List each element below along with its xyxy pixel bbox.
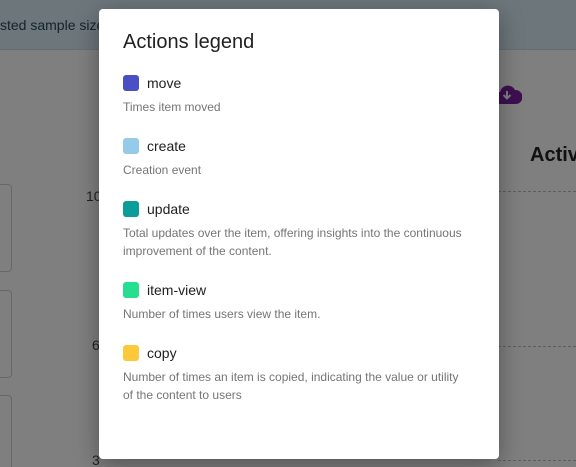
legend-item-description: Creation event bbox=[123, 163, 202, 177]
actions-legend-dialog: Actions legend move Times item moved cre… bbox=[99, 9, 499, 459]
legend-item-label: update bbox=[147, 201, 190, 217]
legend-swatch bbox=[123, 138, 139, 154]
legend-item-description: Times item moved bbox=[123, 100, 221, 114]
legend-item-label: move bbox=[147, 75, 182, 91]
legend-swatch bbox=[123, 345, 139, 361]
legend-item-move: move Times item moved bbox=[123, 73, 475, 116]
legend-item-description: Number of times users view the item. bbox=[123, 307, 321, 321]
legend-item-copy: copy Number of times an item is copied, … bbox=[123, 343, 475, 404]
legend-item-create: create Creation event bbox=[123, 136, 475, 179]
legend-item-label: create bbox=[147, 138, 186, 154]
legend-swatch bbox=[123, 201, 139, 217]
legend-swatch bbox=[123, 75, 139, 91]
legend-swatch bbox=[123, 282, 139, 298]
dialog-title: Actions legend bbox=[123, 31, 255, 53]
legend-item-label: item-view bbox=[147, 282, 207, 298]
legend-item-description: Number of times an item is copied, indic… bbox=[123, 370, 459, 402]
legend-item-update: update Total updates over the item, offe… bbox=[123, 199, 475, 260]
legend-item-item-view: item-view Number of times users view the… bbox=[123, 280, 475, 323]
legend-item-description: Total updates over the item, offering in… bbox=[123, 226, 462, 258]
legend-item-label: copy bbox=[147, 345, 177, 361]
